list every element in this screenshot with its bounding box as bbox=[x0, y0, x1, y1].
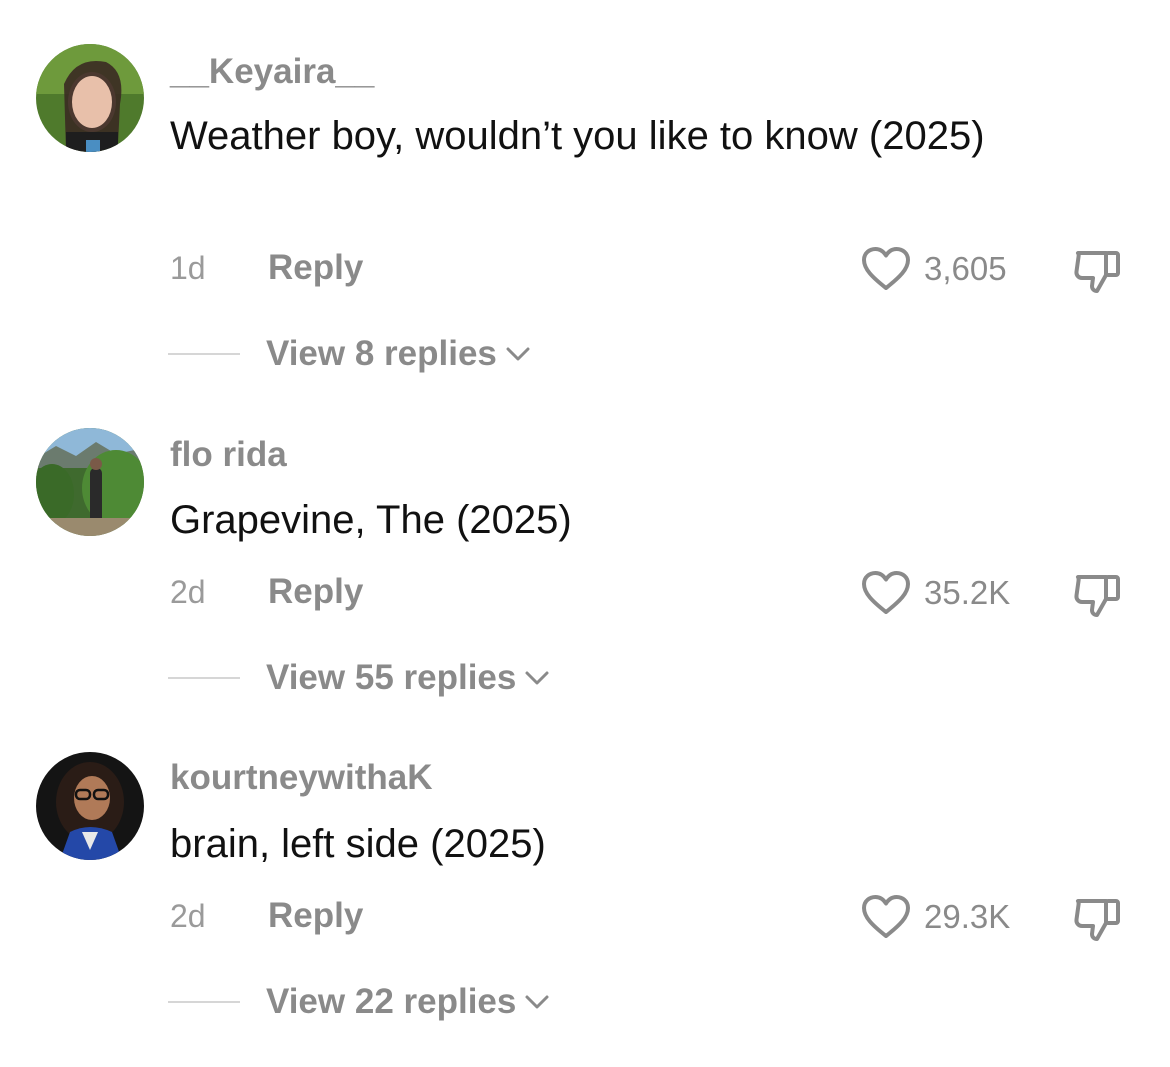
reply-button[interactable]: Reply bbox=[268, 572, 363, 612]
replies-divider bbox=[168, 1001, 240, 1003]
like-count: 29.3K bbox=[924, 898, 1011, 935]
comment-timestamp: 2d bbox=[170, 898, 206, 934]
like-count: 35.2K bbox=[924, 574, 1011, 611]
view-replies-button[interactable]: View 8 replies bbox=[266, 332, 531, 376]
heart-icon bbox=[862, 895, 910, 938]
chevron-down-icon bbox=[525, 995, 549, 1009]
comment-username[interactable]: flo rida bbox=[170, 435, 287, 475]
view-replies-label: View 55 replies bbox=[266, 658, 517, 697]
thumbs-down-icon[interactable] bbox=[1070, 893, 1126, 945]
reply-button[interactable]: Reply bbox=[268, 896, 363, 936]
chevron-down-icon bbox=[525, 671, 549, 685]
avatar[interactable] bbox=[36, 752, 144, 860]
comment-username[interactable]: kourtneywithaK bbox=[170, 758, 433, 798]
replies-divider bbox=[168, 677, 240, 679]
like-button[interactable]: 35.2K bbox=[860, 568, 1010, 618]
replies-divider bbox=[168, 353, 240, 355]
thumbs-down-icon[interactable] bbox=[1070, 569, 1126, 621]
comment-timestamp: 2d bbox=[170, 574, 206, 610]
view-replies-button[interactable]: View 22 replies bbox=[266, 980, 550, 1024]
comment-text: Grapevine, The (2025) bbox=[170, 498, 572, 542]
avatar[interactable] bbox=[36, 428, 144, 536]
chevron-down-icon bbox=[506, 347, 530, 361]
like-button[interactable]: 29.3K bbox=[860, 892, 1010, 942]
view-replies-label: View 22 replies bbox=[266, 982, 517, 1021]
comment-text: brain, left side (2025) bbox=[170, 822, 546, 866]
comment-item: kourtneywithaK brain, left side (2025) 2… bbox=[0, 0, 1170, 1021]
heart-icon bbox=[862, 571, 910, 614]
view-replies-button[interactable]: View 55 replies bbox=[266, 656, 550, 700]
view-replies-label: View 8 replies bbox=[266, 334, 497, 373]
